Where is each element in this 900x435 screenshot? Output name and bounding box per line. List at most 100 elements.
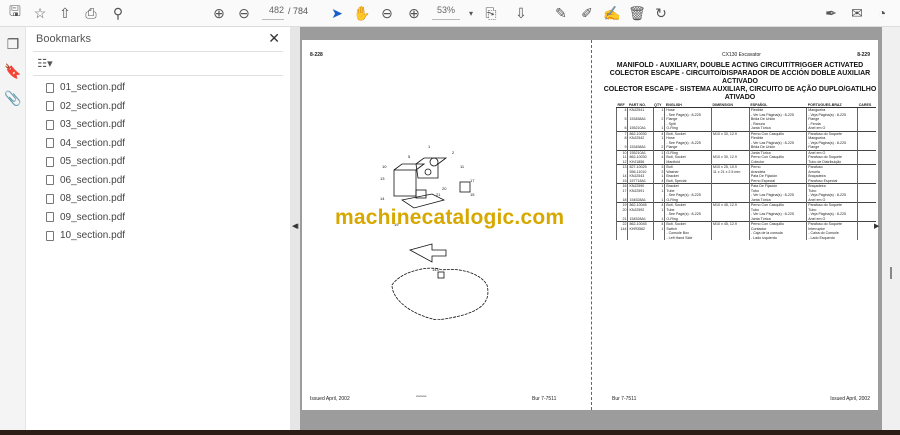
sign-icon[interactable]: ✍ xyxy=(603,4,621,22)
document-icon xyxy=(46,82,54,93)
document-icon xyxy=(46,138,54,148)
bookmark-item[interactable]: 09_section.pdf xyxy=(46,212,125,223)
bookmarks-icon[interactable]: 🔖 xyxy=(4,62,22,80)
zoom-in-icon[interactable]: ⊕ xyxy=(405,4,423,22)
svg-text:14: 14 xyxy=(380,196,385,201)
left-footer-bur: Bur 7-7511 xyxy=(532,396,557,402)
hand-tool-icon[interactable]: ✋ xyxy=(353,4,371,22)
bookmarks-panel: Bookmarks ✕ ☷▾ 01_section.pdf 02_section.… xyxy=(25,27,290,435)
bookmark-label: 06_section.pdf xyxy=(60,174,126,186)
divider xyxy=(33,75,283,76)
figure-code: xxxxxxx xyxy=(416,394,427,398)
zoom-out-icon[interactable]: ⊖ xyxy=(378,4,396,22)
table-cell xyxy=(652,235,665,240)
svg-text:144: 144 xyxy=(432,267,439,272)
bookmark-label: 04_section.pdf xyxy=(60,137,126,149)
svg-text:21: 21 xyxy=(436,192,441,197)
divider xyxy=(33,51,283,52)
bookmark-label: 05_section.pdf xyxy=(60,156,126,167)
table-cell: - Lado Esquerdo xyxy=(806,235,858,240)
rotate-icon[interactable]: ↻ xyxy=(652,4,670,22)
zoom-select[interactable]: 53% xyxy=(432,5,460,20)
model-header: CX130 Excavator xyxy=(722,52,761,58)
mail-icon[interactable]: ✉ xyxy=(848,4,866,22)
bookmark-label: 03_section.pdf xyxy=(60,119,126,130)
bookmark-label: 01_section.pdf xyxy=(60,82,126,93)
document-icon xyxy=(46,101,54,111)
table-cell: - Lado Izquierdo xyxy=(748,235,807,240)
document-icon xyxy=(46,175,54,185)
scroll-mode-icon[interactable]: ⇩ xyxy=(512,4,530,22)
left-page-number: 8-228 xyxy=(310,52,323,58)
scrollbar-thumb[interactable] xyxy=(890,267,892,279)
svg-text:1: 1 xyxy=(428,144,431,149)
save-icon[interactable]: 🖫 xyxy=(6,3,24,22)
next-page-arrow-icon[interactable]: ▶ xyxy=(874,222,879,230)
delete-icon[interactable]: 🗑 xyxy=(628,4,646,22)
comment-icon[interactable]: ✎ xyxy=(552,4,570,22)
document-viewer: 8-228 8-229 CX130 Excavator MANIFOLD - A… xyxy=(292,27,882,430)
previous-page-arrow-icon[interactable]: ◀ xyxy=(292,222,297,230)
upload-cloud-icon[interactable]: ⇧ xyxy=(56,4,74,22)
bookmark-item[interactable]: 02_section.pdf xyxy=(46,101,125,112)
next-page-icon[interactable]: ⊖ xyxy=(235,4,253,22)
fill-sign-icon[interactable]: ✒ xyxy=(822,4,840,22)
svg-text:20: 20 xyxy=(442,186,447,191)
print-icon[interactable]: ⎙ xyxy=(82,4,100,22)
previous-page-icon[interactable]: ⊕ xyxy=(210,4,228,22)
vertical-scrollbar[interactable] xyxy=(882,27,900,435)
select-cursor-icon[interactable]: ➤ xyxy=(328,4,346,22)
toolbar: 🖫 ☆ ⇧ ⎙ ⚲ ⊕ ⊖ 482 / 784 ➤ ✋ ⊖ ⊕ 53% ▾ ⎘ … xyxy=(0,0,900,27)
panel-title: Bookmarks xyxy=(36,33,92,45)
page-thumbnails-icon[interactable]: ❐ xyxy=(4,35,22,53)
title-english: MANIFOLD - AUXILIARY, DOUBLE ACTING CIRC… xyxy=(616,62,864,69)
svg-text:10: 10 xyxy=(382,164,387,169)
left-navigation-rail: ❐ 🔖 📎 xyxy=(0,27,25,435)
bookmark-star-icon[interactable]: ☆ xyxy=(31,4,49,22)
table-cell xyxy=(627,235,654,240)
title-portuguese: COLECTOR ESCAPE - SISTEMA AUXILIAR, CIRC… xyxy=(603,86,877,101)
bookmark-item[interactable]: 03_section.pdf xyxy=(46,119,125,130)
document-icon xyxy=(46,156,54,167)
right-footer-issued: Issued April, 2002 xyxy=(830,396,870,402)
parts-table: REF PART NO. QTY ENGLISH DIMENSION ESPAÑOL POR… xyxy=(615,103,876,240)
left-footer-issued: Issued April, 2002 xyxy=(310,396,350,402)
chevron-down-icon[interactable]: ▾ xyxy=(462,4,480,22)
svg-text:13: 13 xyxy=(380,176,385,181)
bookmark-item[interactable]: 04_section.pdf xyxy=(46,138,125,149)
svg-text:11: 11 xyxy=(460,164,465,169)
table-cell xyxy=(615,235,628,240)
table-row: - Left Hand Side - Lado Izquierdo - Lado E… xyxy=(615,235,876,240)
highlight-pen-icon[interactable]: ✐ xyxy=(578,4,596,22)
table-cell: - Left Hand Side xyxy=(664,235,712,240)
page-divider xyxy=(591,40,592,410)
account-icon[interactable]: ◔ xyxy=(873,4,891,22)
pdf-page-spread: 8-228 8-229 CX130 Excavator MANIFOLD - A… xyxy=(302,40,878,410)
bookmark-label: 10_section.pdf xyxy=(60,230,126,241)
attachments-icon[interactable]: 📎 xyxy=(4,89,22,107)
table-cell xyxy=(711,235,750,240)
bookmark-label: 02_section.pdf xyxy=(60,100,126,112)
bookmark-item[interactable]: 05_section.pdf xyxy=(46,156,125,167)
document-icon xyxy=(46,230,54,241)
bookmark-label: 09_section.pdf xyxy=(60,211,126,223)
title-spanish: COLECTOR ESCAPE - CIRCUITO/DISPARADOR DE… xyxy=(609,70,871,85)
bookmark-item[interactable]: 01_section.pdf xyxy=(46,82,125,93)
taskbar-strip xyxy=(0,430,900,435)
bookmark-item[interactable]: 06_section.pdf xyxy=(46,175,125,186)
search-icon[interactable]: ⚲ xyxy=(109,4,127,22)
close-icon[interactable]: ✕ xyxy=(268,30,280,47)
page-number-input[interactable]: 482 xyxy=(262,5,284,20)
svg-text:17: 17 xyxy=(470,178,475,183)
bookmark-item[interactable]: 10_section.pdf xyxy=(46,230,125,241)
document-icon xyxy=(46,212,54,222)
svg-text:5: 5 xyxy=(408,154,411,159)
watermark-text: machinecatalogic.com xyxy=(335,206,565,229)
right-page-number: 8-229 xyxy=(857,52,870,58)
table-cell xyxy=(857,235,876,240)
svg-text:2: 2 xyxy=(452,150,455,155)
page-fit-icon[interactable]: ⎘ xyxy=(482,4,500,22)
bookmark-item[interactable]: 08_section.pdf xyxy=(46,193,125,204)
bookmark-options-icon[interactable]: ☷▾ xyxy=(36,54,54,72)
document-icon xyxy=(46,119,54,130)
